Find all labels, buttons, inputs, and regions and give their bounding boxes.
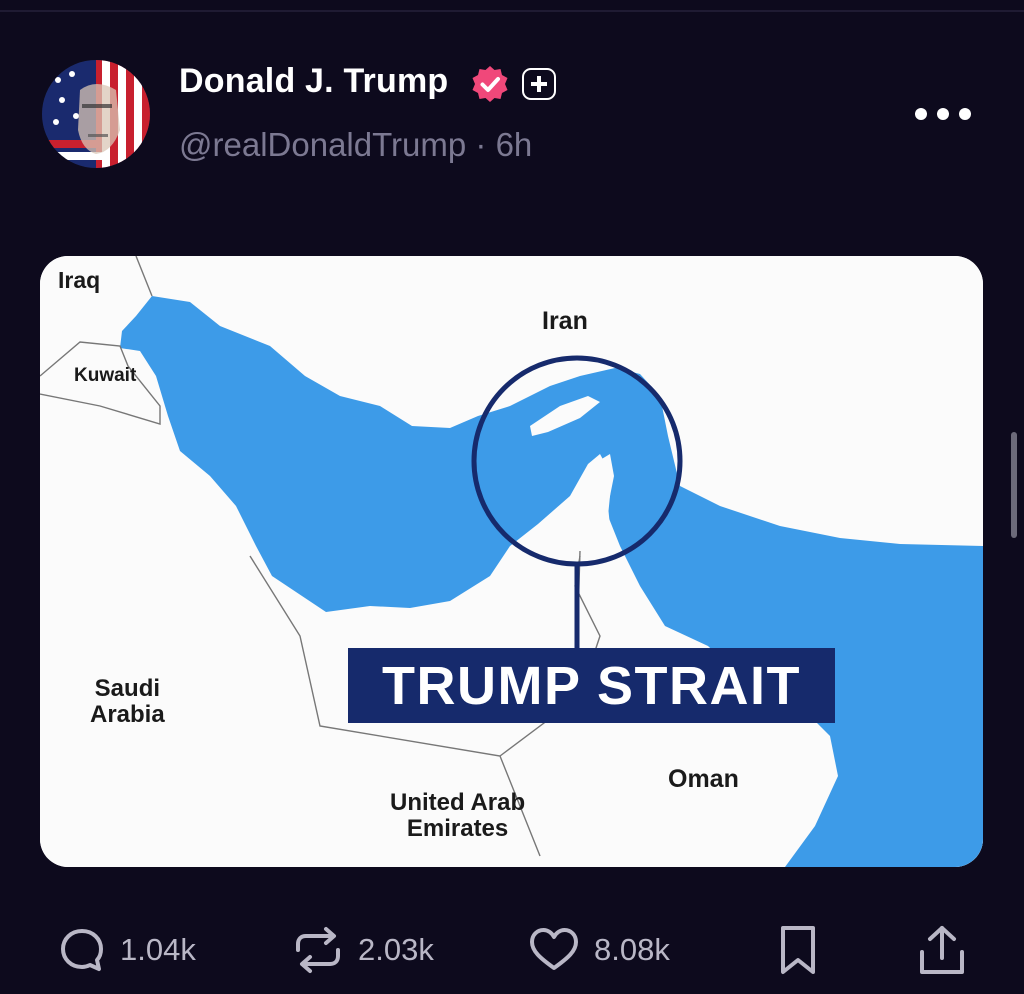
heart-icon bbox=[530, 928, 578, 970]
trump-strait-banner: TRUMP STRAIT bbox=[348, 648, 835, 723]
share-icon bbox=[920, 926, 964, 974]
avatar[interactable] bbox=[42, 60, 150, 168]
map-graphic bbox=[40, 256, 983, 867]
avatar-image bbox=[42, 60, 150, 168]
verified-badge-icon bbox=[470, 64, 510, 104]
top-divider bbox=[0, 10, 1024, 12]
banner-text: TRUMP STRAIT bbox=[382, 655, 801, 716]
reply-count: 1.04k bbox=[120, 932, 196, 967]
map-label-oman: Oman bbox=[668, 765, 739, 793]
scrollbar[interactable] bbox=[1011, 432, 1017, 538]
reply-button[interactable]: 1.04k bbox=[58, 920, 196, 980]
separator-dot: · bbox=[475, 126, 487, 163]
post-action-bar: 1.04k 2.03k 8.08k bbox=[0, 920, 1024, 980]
share-button[interactable] bbox=[918, 920, 966, 980]
map-label-saudi-arabia: Saudi Arabia bbox=[90, 675, 165, 729]
like-count: 8.08k bbox=[594, 932, 670, 967]
map-label-kuwait: Kuwait bbox=[74, 365, 137, 386]
more-dot-icon bbox=[937, 108, 949, 120]
map-label-iran: Iran bbox=[542, 307, 588, 335]
post-timestamp[interactable]: 6h bbox=[496, 126, 533, 163]
more-dot-icon bbox=[959, 108, 971, 120]
repost-icon bbox=[296, 927, 340, 973]
handle-line: @realDonaldTrump · 6h bbox=[179, 126, 532, 164]
like-button[interactable]: 8.08k bbox=[528, 920, 670, 980]
post-image-map[interactable]: Iraq Iran Kuwait Saudi Arabia United Ara… bbox=[40, 256, 983, 867]
more-options-button[interactable] bbox=[915, 100, 971, 128]
author-name[interactable]: Donald J. Trump bbox=[179, 62, 448, 101]
repost-count: 2.03k bbox=[358, 932, 434, 967]
repost-button[interactable]: 2.03k bbox=[292, 920, 434, 980]
map-label-uae: United Arab Emirates bbox=[390, 789, 526, 843]
map-label-iraq: Iraq bbox=[58, 267, 101, 293]
reply-icon bbox=[61, 929, 103, 971]
more-dot-icon bbox=[915, 108, 927, 120]
author-handle[interactable]: @realDonaldTrump bbox=[179, 126, 466, 163]
bookmark-icon bbox=[781, 926, 815, 974]
plus-badge-icon bbox=[522, 68, 556, 100]
bookmark-button[interactable] bbox=[778, 920, 818, 980]
